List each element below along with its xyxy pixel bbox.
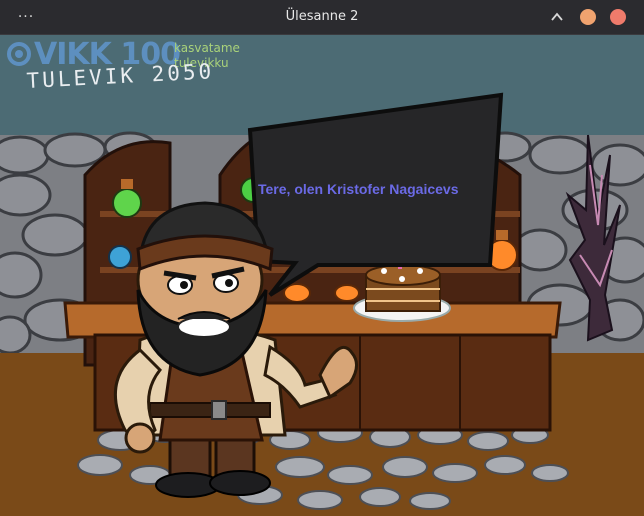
gear-icon xyxy=(7,42,31,66)
vikk-logo: VIKK 100 kasvatame tulevikku TULEVIK 205… xyxy=(4,37,240,99)
logo-slogan-line1: kasvatame xyxy=(174,41,240,55)
scene-illustration xyxy=(0,35,644,516)
close-button[interactable] xyxy=(610,9,626,25)
title-bar: ··· Ülesanne 2 xyxy=(0,0,644,35)
app-window: ··· Ülesanne 2 VIKK 100 kasvatame tulevi… xyxy=(0,0,644,516)
speech-bubble-text: Tere, olen Kristofer Nagaicevs xyxy=(258,181,459,197)
window-title: Ülesanne 2 xyxy=(285,9,359,24)
game-scene[interactable]: VIKK 100 kasvatame tulevikku TULEVIK 205… xyxy=(0,35,644,516)
maximize-button[interactable] xyxy=(580,9,596,25)
chevron-up-icon[interactable] xyxy=(549,9,565,25)
